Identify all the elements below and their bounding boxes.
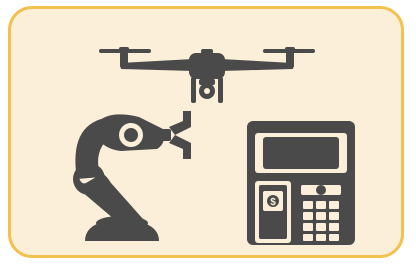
atm-icon: ATM $ [247,121,355,245]
robotic-arm-icon [73,111,191,241]
svg-text:$: $ [270,197,276,208]
atm-screen-label: ATM [266,135,335,172]
automation-illustration-card: ATM $ [8,6,404,258]
illustration-canvas: ATM $ [73,47,355,245]
drone-icon [99,47,315,103]
